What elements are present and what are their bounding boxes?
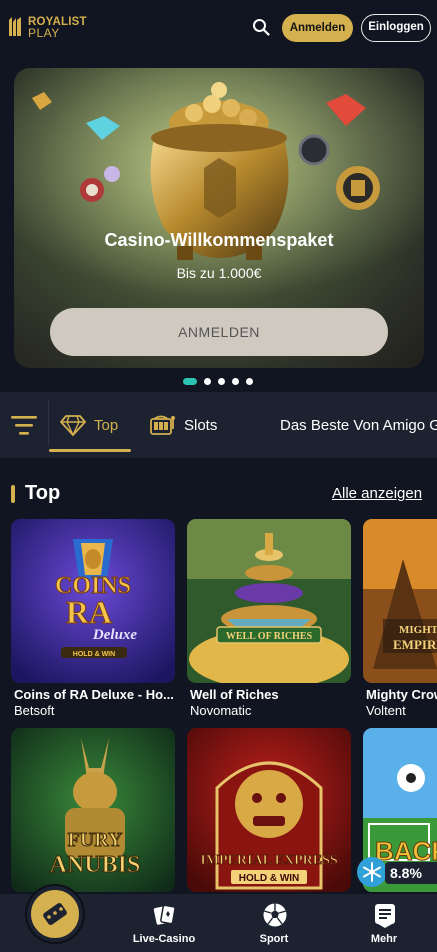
game-thumbnail: COINS RA Deluxe HOLD & WIN: [11, 519, 175, 683]
nav-sport[interactable]: Sport: [224, 894, 324, 952]
cards-icon: [153, 904, 176, 925]
game-tile-well-of-riches[interactable]: WELL OF RICHES: [187, 519, 351, 683]
art-tag-hold-win: HOLD & WIN: [73, 651, 115, 658]
tab-slots[interactable]: Slots: [150, 392, 217, 458]
carousel-dots: [183, 377, 253, 385]
register-button[interactable]: Anmelden: [282, 14, 353, 42]
art-title: IMPERIAL EXPRESS: [200, 853, 338, 868]
nav-live-casino[interactable]: Live-Casino: [114, 894, 214, 952]
game-provider: Novomatic: [190, 703, 252, 718]
art-title: WELL OF RICHES: [226, 631, 313, 642]
tab-top[interactable]: Top: [49, 392, 131, 458]
game-tile-fury-of-anubis[interactable]: FURY ANUBIS: [11, 728, 175, 892]
promo-banner[interactable]: Casino-Willkommenspaket Bis zu 1.000€ AN…: [14, 68, 424, 368]
game-name[interactable]: Coins of RA Deluxe - Ho...: [14, 687, 174, 702]
tab-amigo-label: Das Beste Von Amigo G: [280, 416, 437, 434]
art-title-ra: RA: [66, 594, 112, 630]
logo[interactable]: ROYALIST PLAY: [8, 15, 94, 41]
treasure-pot-illustration: [14, 68, 424, 298]
nav-more[interactable]: Mehr: [334, 894, 434, 952]
crown-logo-icon: [9, 17, 21, 36]
snowflake-icon: [363, 862, 381, 882]
carousel-dot-1[interactable]: [183, 377, 197, 385]
art-title-deluxe: Deluxe: [92, 627, 138, 643]
nav-label: Live-Casino: [132, 933, 196, 945]
art-tag-hold-win: HOLD & WIN: [239, 873, 300, 884]
game-name[interactable]: Well of Riches: [190, 687, 350, 702]
diamond-icon: [60, 415, 86, 436]
active-tab-indicator: [49, 449, 131, 452]
dice-icon: [43, 903, 67, 925]
art-title-anubis: ANUBIS: [50, 852, 141, 878]
banner-register-button[interactable]: ANMELDEN: [50, 308, 388, 356]
game-tile-imperial-express[interactable]: IMPERIAL EXPRESS HOLD & WIN: [187, 728, 351, 892]
carousel-dot-4[interactable]: [232, 377, 239, 385]
carousel-dot-2[interactable]: [204, 377, 211, 385]
menu-list-icon: [375, 904, 395, 928]
game-thumbnail: IMPERIAL EXPRESS HOLD & WIN: [187, 728, 351, 892]
tab-slots-label: Slots: [184, 416, 218, 434]
logo-text-play: PLAY: [28, 26, 60, 40]
carousel-dot-5[interactable]: [246, 377, 253, 385]
soccer-ball-icon: [263, 903, 287, 927]
game-thumbnail: WELL OF RICHES: [187, 519, 351, 683]
banner-title: Casino-Willkommenspaket: [104, 230, 334, 250]
login-button[interactable]: Einloggen: [361, 14, 431, 42]
nav-label: Mehr: [370, 933, 398, 945]
game-tile-mighty-empire[interactable]: MIGHTY EMPIRE: [363, 519, 437, 683]
carousel-dot-3[interactable]: [218, 377, 225, 385]
app-root: ROYALIST PLAY Anmelden Einloggen Casino-…: [0, 0, 437, 952]
game-tile-coins-of-ra[interactable]: COINS RA Deluxe HOLD & WIN: [11, 519, 175, 683]
game-provider: Betsoft: [14, 703, 55, 718]
see-all-link[interactable]: Alle anzeigen: [332, 485, 422, 502]
art-title-mighty: MIGHTY: [399, 624, 437, 636]
tab-amigo[interactable]: Das Beste Von Amigo G: [280, 392, 437, 458]
nav-label: Sport: [259, 933, 289, 945]
art-title-empire: EMPIRE: [393, 637, 437, 652]
cashback-percent[interactable]: 8.8%: [385, 862, 437, 884]
banner-subtitle: Bis zu 1.000€: [176, 265, 262, 281]
game-thumbnail: FURY ANUBIS: [11, 728, 175, 892]
category-bar: Top Slots Das Beste Von Amigo G: [0, 392, 437, 458]
tab-top-label: Top: [94, 416, 119, 434]
slot-machine-icon: [150, 415, 175, 435]
divider: [48, 400, 49, 446]
cashback-badge[interactable]: [357, 857, 387, 887]
filter-icon[interactable]: [11, 414, 37, 436]
header: ROYALIST PLAY Anmelden Einloggen: [0, 0, 437, 56]
section-title: Top: [25, 482, 61, 504]
game-thumbnail: MIGHTY EMPIRE: [363, 519, 437, 683]
game-provider: Voltent: [366, 703, 406, 718]
game-name[interactable]: Mighty Crow: [366, 687, 437, 702]
section-accent: [11, 485, 15, 503]
art-title-fury: FURY: [68, 829, 123, 851]
search-icon[interactable]: [252, 18, 270, 36]
casino-home-button[interactable]: [27, 886, 83, 942]
